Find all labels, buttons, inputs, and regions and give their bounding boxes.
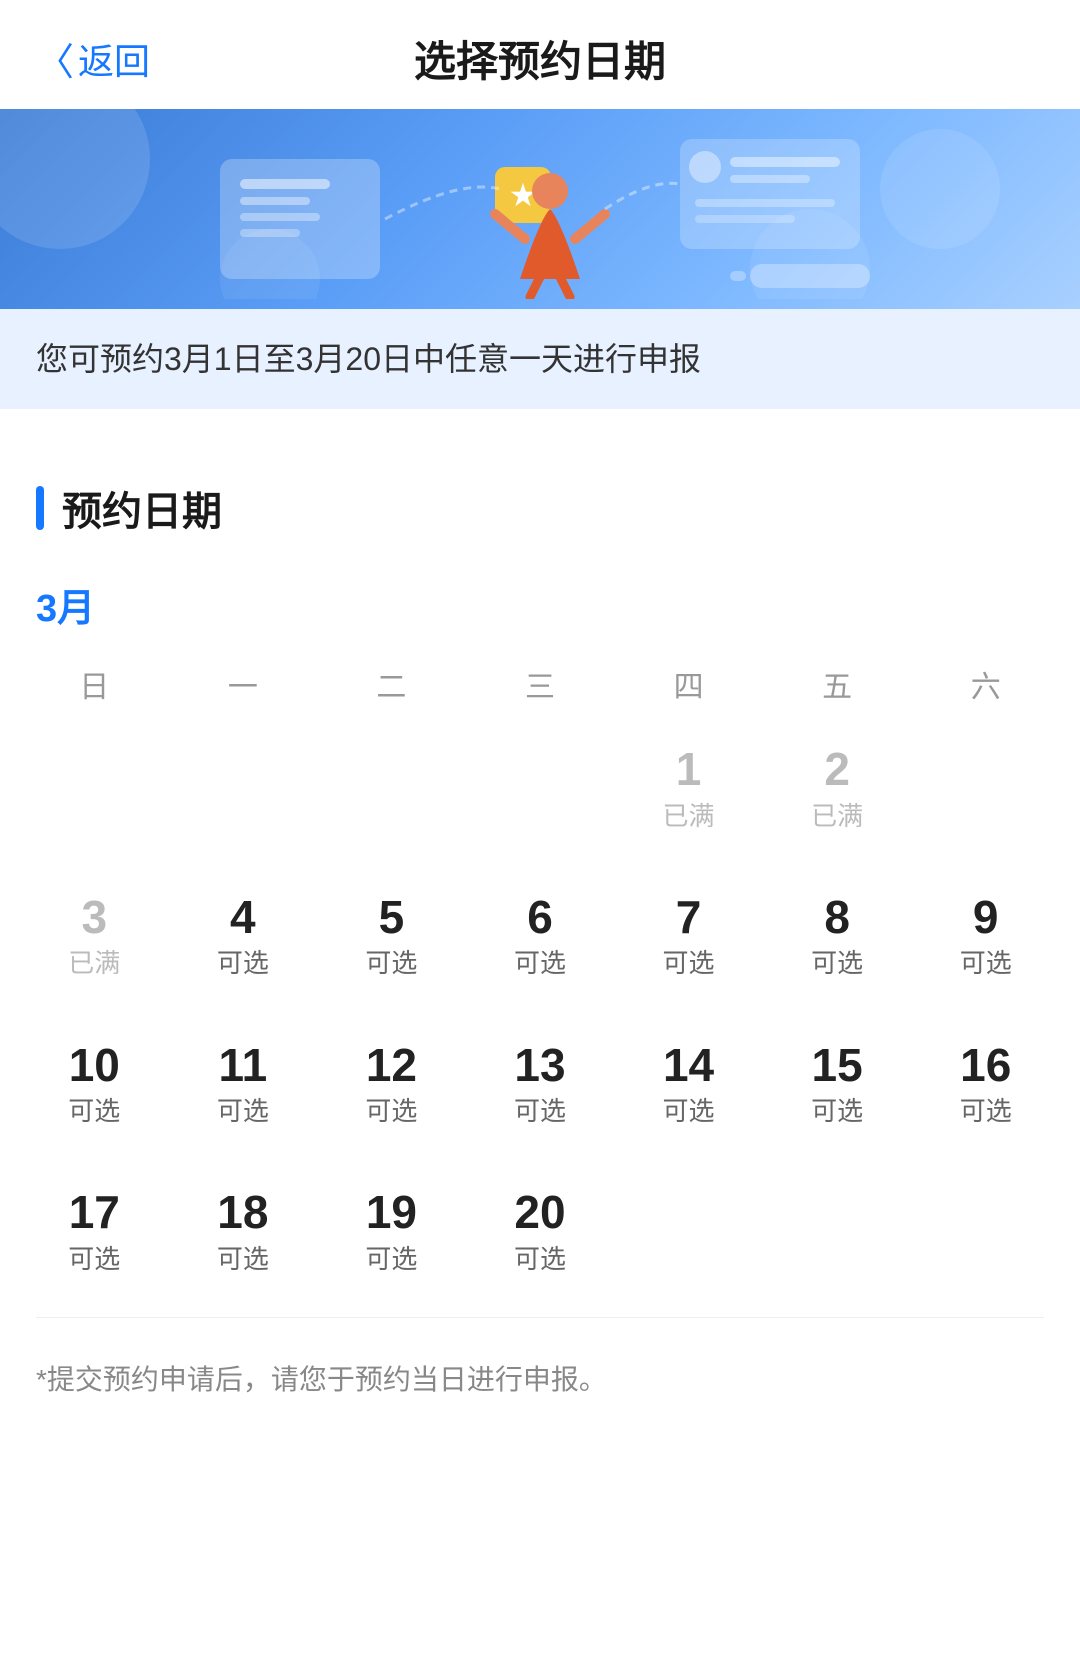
weekday-wed: 三 — [466, 662, 615, 706]
calendar: 日 一 二 三 四 五 六 1 已满 2 已满 3 已满 4 可选 5 可选 6 可选 7 可选 8 可选 9 可… — [0, 652, 1080, 1297]
calendar-day-8[interactable]: 8 可选 — [763, 874, 912, 1002]
cell-day-number: 20 — [514, 1187, 565, 1238]
cell-status-label: 可选 — [811, 948, 863, 979]
calendar-day-19[interactable]: 19 可选 — [317, 1169, 466, 1297]
calendar-empty-3 — [466, 726, 615, 854]
cell-day-number: 12 — [366, 1040, 417, 1091]
page-title: 选择预约日期 — [414, 28, 666, 89]
calendar-empty-2 — [317, 726, 466, 854]
calendar-empty-0 — [20, 726, 169, 854]
cell-status-label: 可选 — [68, 1244, 120, 1275]
section-title-row: 预约日期 — [36, 479, 1044, 537]
calendar-weekday-header: 日 一 二 三 四 五 六 — [20, 652, 1060, 726]
weekday-tue: 二 — [317, 662, 466, 706]
weekday-fri: 五 — [763, 662, 912, 706]
cell-day-number: 10 — [69, 1040, 120, 1091]
cell-day-number: 19 — [366, 1187, 417, 1238]
cell-day-number: 8 — [824, 892, 850, 943]
back-label: 返回 — [78, 33, 150, 85]
cell-day-number: 16 — [960, 1040, 1011, 1091]
calendar-day-12[interactable]: 12 可选 — [317, 1022, 466, 1150]
cell-day-number: 18 — [217, 1187, 268, 1238]
header: 〈 返回 选择预约日期 — [0, 0, 1080, 109]
calendar-day-20[interactable]: 20 可选 — [466, 1169, 615, 1297]
calendar-day-4[interactable]: 4 可选 — [169, 874, 318, 1002]
cell-status-label: 可选 — [217, 1244, 269, 1275]
cell-status-label: 可选 — [68, 1096, 120, 1127]
notice-bar: 您可预约3月1日至3月20日中任意一天进行申报 — [0, 309, 1080, 409]
weekday-thu: 四 — [614, 662, 763, 706]
calendar-day-17[interactable]: 17 可选 — [20, 1169, 169, 1297]
calendar-day-11[interactable]: 11 可选 — [169, 1022, 318, 1150]
cell-status-label: 可选 — [960, 1096, 1012, 1127]
cell-day-number: 15 — [812, 1040, 863, 1091]
section-title-text: 预约日期 — [62, 479, 222, 537]
weekday-mon: 一 — [169, 662, 318, 706]
cell-status-label: 可选 — [960, 948, 1012, 979]
cell-status-label: 可选 — [365, 1096, 417, 1127]
calendar-day-7[interactable]: 7 可选 — [614, 874, 763, 1002]
calendar-empty-1 — [169, 726, 318, 854]
calendar-empty-27 — [911, 1169, 1060, 1297]
cell-status-label: 可选 — [811, 1096, 863, 1127]
cell-status-label: 可选 — [365, 948, 417, 979]
calendar-empty-26 — [763, 1169, 912, 1297]
section-bar-decoration — [36, 486, 44, 530]
cell-day-number: 3 — [81, 892, 107, 943]
cell-day-number: 9 — [973, 892, 999, 943]
spacer — [0, 409, 1080, 439]
calendar-day-9[interactable]: 9 可选 — [911, 874, 1060, 1002]
calendar-day-13[interactable]: 13 可选 — [466, 1022, 615, 1150]
banner-illustration: ★ — [0, 109, 1080, 309]
cell-status-label: 可选 — [663, 948, 715, 979]
banner: ★ — [0, 109, 1080, 309]
cell-day-number: 4 — [230, 892, 256, 943]
cell-status-label: 可选 — [514, 1244, 566, 1275]
cell-status-label: 已满 — [811, 801, 863, 832]
calendar-day-3: 3 已满 — [20, 874, 169, 1002]
back-chevron-icon: 〈 — [36, 31, 74, 86]
cell-status-label: 可选 — [514, 948, 566, 979]
weekday-sun: 日 — [20, 662, 169, 706]
calendar-day-16[interactable]: 16 可选 — [911, 1022, 1060, 1150]
footer-note-text: *提交预约申请后，请您于预约当日进行申报。 — [36, 1364, 607, 1395]
cell-status-label: 可选 — [663, 1096, 715, 1127]
calendar-day-15[interactable]: 15 可选 — [763, 1022, 912, 1150]
spacer2 — [0, 1297, 1080, 1317]
cell-status-label: 可选 — [365, 1244, 417, 1275]
cell-day-number: 1 — [676, 744, 702, 795]
cell-day-number: 6 — [527, 892, 553, 943]
footer-note: *提交预约申请后，请您于预约当日进行申报。 — [0, 1318, 1080, 1453]
calendar-day-14[interactable]: 14 可选 — [614, 1022, 763, 1150]
cell-status-label: 已满 — [663, 801, 715, 832]
banner-scene: ★ — [0, 109, 1080, 309]
calendar-empty-6 — [911, 726, 1060, 854]
calendar-day-10[interactable]: 10 可选 — [20, 1022, 169, 1150]
cell-status-label: 可选 — [514, 1096, 566, 1127]
cell-day-number: 14 — [663, 1040, 714, 1091]
calendar-empty-25 — [614, 1169, 763, 1297]
month-label: 3月 — [0, 567, 1080, 652]
cell-day-number: 5 — [379, 892, 405, 943]
cell-status-label: 可选 — [217, 1096, 269, 1127]
cell-day-number: 17 — [69, 1187, 120, 1238]
cell-status-label: 可选 — [217, 948, 269, 979]
section-header: 预约日期 — [0, 439, 1080, 537]
calendar-grid: 1已满2已满3已满4可选5可选6可选7可选8可选9可选10可选11可选12可选1… — [20, 726, 1060, 1297]
calendar-day-5[interactable]: 5 可选 — [317, 874, 466, 1002]
back-button[interactable]: 〈 返回 — [36, 31, 150, 86]
cell-day-number: 2 — [824, 744, 850, 795]
weekday-sat: 六 — [911, 662, 1060, 706]
cell-status-label: 已满 — [68, 948, 120, 979]
cell-day-number: 13 — [514, 1040, 565, 1091]
calendar-day-18[interactable]: 18 可选 — [169, 1169, 318, 1297]
calendar-day-6[interactable]: 6 可选 — [466, 874, 615, 1002]
cell-day-number: 7 — [676, 892, 702, 943]
cell-day-number: 11 — [219, 1040, 268, 1091]
notice-text: 您可预约3月1日至3月20日中任意一天进行申报 — [36, 341, 701, 377]
calendar-day-1: 1 已满 — [614, 726, 763, 854]
calendar-day-2: 2 已满 — [763, 726, 912, 854]
